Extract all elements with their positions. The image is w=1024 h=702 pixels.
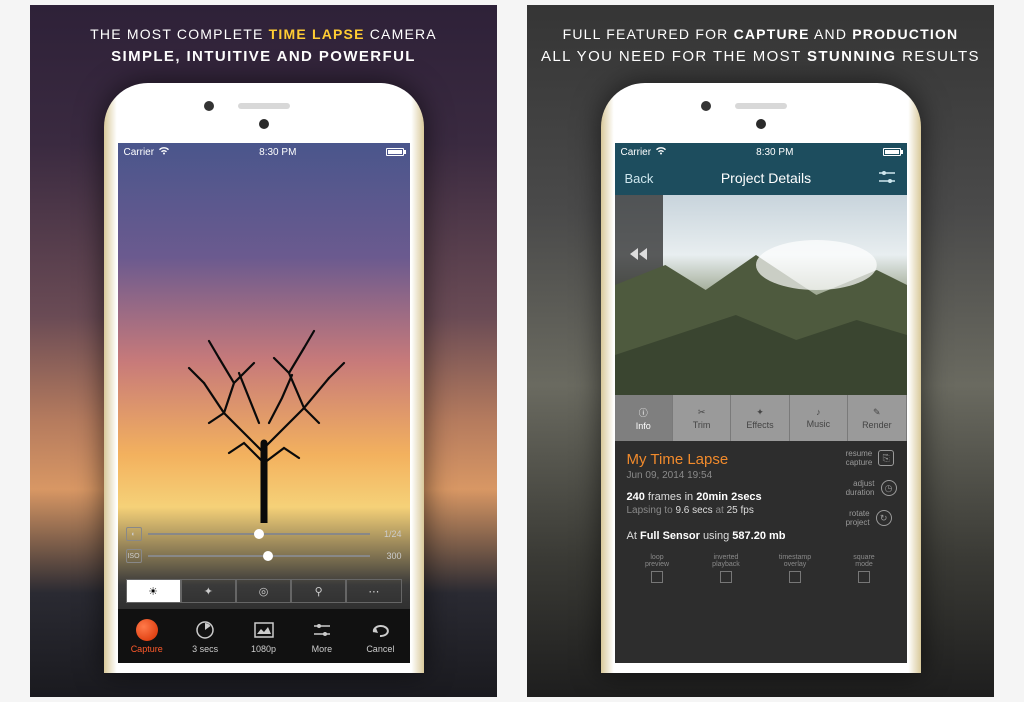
info-icon: ⓘ [639,406,648,419]
iso-icon: ISO [126,549,142,563]
resolution-label: 1080p [251,644,276,654]
hl-sub-b: stunning [807,48,897,65]
mode-focus[interactable]: ✦ [181,579,236,603]
headline-left: The most complete time lapse camera simp… [78,5,449,77]
checkbox-icon [858,571,870,583]
cancel-button[interactable]: Cancel [351,609,409,663]
tab-effects[interactable]: ✦Effects [731,395,789,441]
phone-mockup-right: Carrier 8:30 PM Back Project Details [601,83,921,673]
music-icon: ♪ [816,407,821,417]
phone-sensor [259,119,269,129]
shutter-icon: ◐ [126,527,142,541]
tree-silhouette [138,263,390,523]
shutter-value: 1/24 [376,529,402,539]
clock-icon: ◷ [881,480,897,496]
clock: 8:30 PM [756,147,793,158]
trim-icon: ✂ [698,407,706,418]
inverted-playback-check[interactable]: inverted playback [696,554,757,583]
option-checks: loop preview inverted playback timestamp… [615,548,907,583]
cancel-label: Cancel [366,644,394,654]
more-label: More [312,644,333,654]
headline-pre: The most complete [90,26,263,42]
capture-label: Capture [131,644,163,654]
phone-mockup-left: Carrier 8:30 PM [104,83,424,673]
hl-sub-post: results [902,48,980,65]
hl-b1: capture [734,26,810,42]
tab-render[interactable]: ✎Render [848,395,906,441]
adjust-duration-button[interactable]: adjust duration◷ [846,479,897,497]
wifi-icon [655,146,667,158]
back-button[interactable]: Back [625,171,654,186]
interval-button[interactable]: 3 secs [176,609,234,663]
rotate-icon: ↻ [876,510,892,526]
headline-sub: simple, intuitive and powerful [90,45,437,69]
status-bar: Carrier 8:30 PM [615,143,907,161]
clock: 8:30 PM [259,147,296,158]
timer-icon [194,619,216,641]
resume-icon: ⎘ [878,450,894,466]
screen-project: Carrier 8:30 PM Back Project Details [615,143,907,663]
loop-preview-check[interactable]: loop preview [627,554,688,583]
square-mode-check[interactable]: square mode [834,554,895,583]
hl-mid: and [814,26,847,42]
battery-icon [883,148,901,156]
capture-button[interactable]: Capture [118,609,176,663]
checkbox-icon [651,571,663,583]
promo-panel-left: The most complete time lapse camera simp… [30,5,497,697]
project-meta: My Time Lapse Jun 09, 2014 19:54 240 fra… [615,441,907,548]
checkbox-icon [789,571,801,583]
side-actions: resume capture⎘ adjust duration◷ rotate … [846,449,897,527]
phone-sensor [756,119,766,129]
headline-post: camera [370,26,437,42]
image-icon [253,619,275,641]
slider-shutter[interactable]: ◐ 1/24 [126,527,402,541]
timestamp-overlay-check[interactable]: timestamp overlay [765,554,826,583]
carrier-label: Carrier [621,147,652,158]
promo-panel-right: Full featured for capture and production… [527,5,994,697]
sliders-icon [311,619,333,641]
resume-capture-button[interactable]: resume capture⎘ [846,449,897,467]
battery-icon [386,148,404,156]
status-bar: Carrier 8:30 PM [118,143,410,161]
mode-exposure[interactable]: ☀ [126,579,181,603]
exposure-sliders: ◐ 1/24 ISO 300 [126,527,402,571]
effects-icon: ✦ [756,407,764,418]
hl-sub-pre: All you need for the most [541,48,801,65]
mode-strip: ☀ ✦ ◎ ⚲ ⋯ [126,579,402,603]
wifi-icon [158,146,170,158]
rotate-project-button[interactable]: rotate project↻ [846,509,897,527]
record-icon [136,619,158,641]
more-button[interactable]: More [293,609,351,663]
mode-more[interactable]: ⋯ [346,579,401,603]
resolution-button[interactable]: 1080p [234,609,292,663]
sensor-line: At Full Sensor using 587.20 mb [627,530,895,542]
checkbox-icon [720,571,732,583]
undo-icon [369,619,391,641]
nav-bar: Back Project Details [615,161,907,195]
render-icon: ✎ [873,407,881,418]
carrier-label: Carrier [124,147,155,158]
screen-capture: Carrier 8:30 PM [118,143,410,663]
settings-icon[interactable] [878,170,896,187]
capture-toolbar: Capture 3 secs 1080p More Cancel [118,609,410,663]
nav-title: Project Details [721,170,811,186]
project-preview [615,195,907,395]
headline-accent: time lapse [269,26,365,42]
tab-music[interactable]: ♪Music [790,395,848,441]
project-tabs: ⓘInfo ✂Trim ✦Effects ♪Music ✎Render [615,395,907,441]
tab-trim[interactable]: ✂Trim [673,395,731,441]
slider-iso[interactable]: ISO 300 [126,549,402,563]
iso-value: 300 [376,551,402,561]
headline-right: Full featured for capture and production… [529,5,992,77]
mode-zoom[interactable]: ⚲ [291,579,346,603]
hl-b2: production [852,26,958,42]
hl-pre: Full featured for [563,26,729,42]
mode-wb[interactable]: ◎ [236,579,291,603]
tab-info[interactable]: ⓘInfo [615,395,673,441]
interval-label: 3 secs [192,644,218,654]
